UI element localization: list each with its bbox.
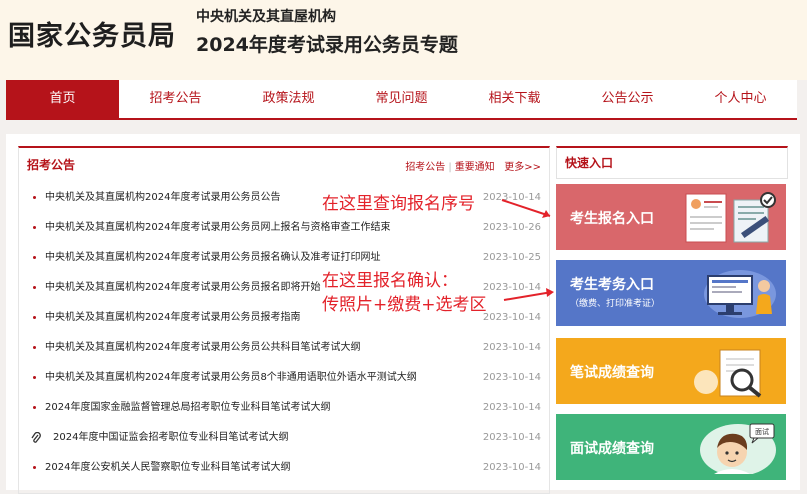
quick-access-title: 快速入口 bbox=[565, 156, 614, 170]
bullet-icon bbox=[33, 256, 36, 259]
bullet-icon bbox=[33, 346, 36, 349]
item-date: 2023-10-25 bbox=[482, 252, 541, 263]
list-item[interactable]: 中央机关及其直属机构2024年度考试录用公务员报名确认及准考证打印网址 2023-… bbox=[29, 248, 541, 278]
item-title[interactable]: 2024年度公安机关人民警察职位专业科目笔试考试大纲 bbox=[45, 458, 290, 478]
annotation-registration-number: 在这里查询报名序号 bbox=[322, 194, 475, 214]
main-nav: 首页 招考公告 政策法规 常见问题 相关下载 公告公示 个人中心 bbox=[6, 80, 797, 120]
list-item[interactable]: 2024年度国家金融监督管理总局招考职位专业科目笔试考试大纲 2023-10-14 bbox=[29, 398, 541, 428]
paperclip-icon bbox=[31, 431, 41, 451]
candidate-registration-button[interactable]: 考生报名入口 bbox=[556, 184, 786, 250]
item-date: 2023-10-14 bbox=[482, 312, 541, 323]
header-subtitle: 中央机关及其直屋机构 bbox=[196, 9, 336, 25]
annotation-steps: 传照片+缴费+选考区 bbox=[322, 295, 487, 315]
item-title[interactable]: 2024年度国家金融监督管理总局招考职位专业科目笔试考试大纲 bbox=[45, 398, 330, 418]
bullet-icon bbox=[33, 226, 36, 229]
nav-downloads[interactable]: 相关下载 bbox=[458, 80, 571, 118]
header-title: 2024年度考试录用公务员专题 bbox=[196, 34, 458, 56]
item-title[interactable]: 中央机关及其直属机构2024年度考试录用公务员网上报名与资格审查工作结束 bbox=[45, 218, 390, 238]
nav-publicity[interactable]: 公告公示 bbox=[571, 80, 684, 118]
bullet-icon bbox=[33, 466, 36, 469]
item-date: 2023-10-14 bbox=[482, 372, 541, 383]
list-item[interactable]: 中央机关及其直属机构2024年度考试录用公务员8个非通用语职位外语水平测试大纲 2… bbox=[29, 368, 541, 398]
tile-label: 考生报名入口 bbox=[570, 211, 654, 227]
list-item[interactable]: 中央机关及其直属机构2024年度考试录用公务员网上报名与资格审查工作结束 2023… bbox=[29, 218, 541, 248]
item-title[interactable]: 中央机关及其直属机构2024年度考试录用公务员8个非通用语职位外语水平测试大纲 bbox=[45, 368, 417, 388]
item-date: 2023-10-14 bbox=[482, 342, 541, 353]
arrow-icon bbox=[503, 288, 554, 301]
quick-access-header: 快速入口 bbox=[556, 146, 788, 179]
speech-bubble-text: 面试 bbox=[755, 427, 769, 436]
item-title[interactable]: 中央机关及其直属机构2024年度考试录用公务员报名确认及准考证打印网址 bbox=[45, 248, 380, 268]
annotation-confirm: 在这里报名确认： bbox=[322, 271, 458, 291]
panel-title: 招考公告 bbox=[27, 158, 76, 172]
nav-recruit-notices[interactable]: 招考公告 bbox=[119, 80, 232, 118]
item-title[interactable]: 中央机关及其直属机构2024年度考试录用公务员公告 bbox=[45, 188, 280, 208]
arrow-icon bbox=[501, 199, 551, 218]
item-date: 2023-10-14 bbox=[482, 462, 541, 473]
candidate-exam-affairs-button[interactable]: 考生考务入口 （缴费、打印准考证） bbox=[556, 260, 786, 326]
site-header: 国家公务员局 中央机关及其直屋机构 2024年度考试录用公务员专题 bbox=[0, 0, 807, 80]
tile-label: 考生考务入口 bbox=[570, 277, 654, 293]
list-item[interactable]: 中央机关及其直属机构2024年度考试录用公务员公共科目笔试考试大纲 2023-10… bbox=[29, 338, 541, 368]
link-recruit-notices[interactable]: 招考公告 bbox=[405, 162, 445, 173]
written-score-query-button[interactable]: 笔试成绩查询 bbox=[556, 338, 786, 404]
interviewee-icon: 面试 bbox=[700, 423, 776, 474]
list-item[interactable]: 2024年度中国证监会招考职位专业科目笔试考试大纲 2023-10-14 bbox=[29, 428, 541, 458]
item-title[interactable]: 中央机关及其直属机构2024年度考试录用公务员报名即将开始 bbox=[45, 278, 320, 298]
bullet-icon bbox=[33, 316, 36, 319]
item-title[interactable]: 中央机关及其直属机构2024年度考试录用公务员报考指南 bbox=[45, 308, 300, 328]
announcement-list: 中央机关及其直属机构2024年度考试录用公务员公告 2023-10-14 中央机关… bbox=[29, 188, 541, 488]
bullet-icon bbox=[33, 286, 36, 289]
interview-score-query-button[interactable]: 面试成绩查询 面试 bbox=[556, 414, 786, 480]
list-item[interactable]: 2024年度公安机关人民警察职位专业科目笔试考试大纲 2023-10-14 bbox=[29, 458, 541, 488]
nav-policies[interactable]: 政策法规 bbox=[232, 80, 345, 118]
more-link[interactable]: 更多>> bbox=[504, 162, 541, 173]
nav-home[interactable]: 首页 bbox=[6, 80, 119, 118]
item-title[interactable]: 2024年度中国证监会招考职位专业科目笔试考试大纲 bbox=[53, 428, 288, 448]
tile-sublabel: （缴费、打印准考证） bbox=[570, 299, 661, 309]
bullet-icon bbox=[33, 196, 36, 199]
site-logo[interactable]: 国家公务员局 bbox=[8, 14, 176, 53]
bullet-icon bbox=[33, 376, 36, 379]
item-title[interactable]: 中央机关及其直属机构2024年度考试录用公务员公共科目笔试考试大纲 bbox=[45, 338, 360, 358]
bullet-icon bbox=[33, 406, 36, 409]
link-important-notices[interactable]: 重要通知 bbox=[455, 162, 495, 173]
nav-personal-center[interactable]: 个人中心 bbox=[684, 80, 797, 118]
score-search-icon bbox=[694, 349, 762, 398]
nav-faq[interactable]: 常见问题 bbox=[345, 80, 458, 118]
item-date: 2023-10-14 bbox=[482, 402, 541, 413]
item-date: 2023-10-14 bbox=[482, 432, 541, 443]
tile-label: 面试成绩查询 bbox=[570, 441, 654, 457]
panel-links: 招考公告 | 重要通知 更多>> bbox=[405, 158, 541, 173]
computer-user-icon bbox=[704, 270, 776, 318]
tile-label: 笔试成绩查询 bbox=[570, 365, 654, 381]
link-separator: | bbox=[448, 162, 452, 173]
registration-form-icon bbox=[685, 192, 776, 243]
